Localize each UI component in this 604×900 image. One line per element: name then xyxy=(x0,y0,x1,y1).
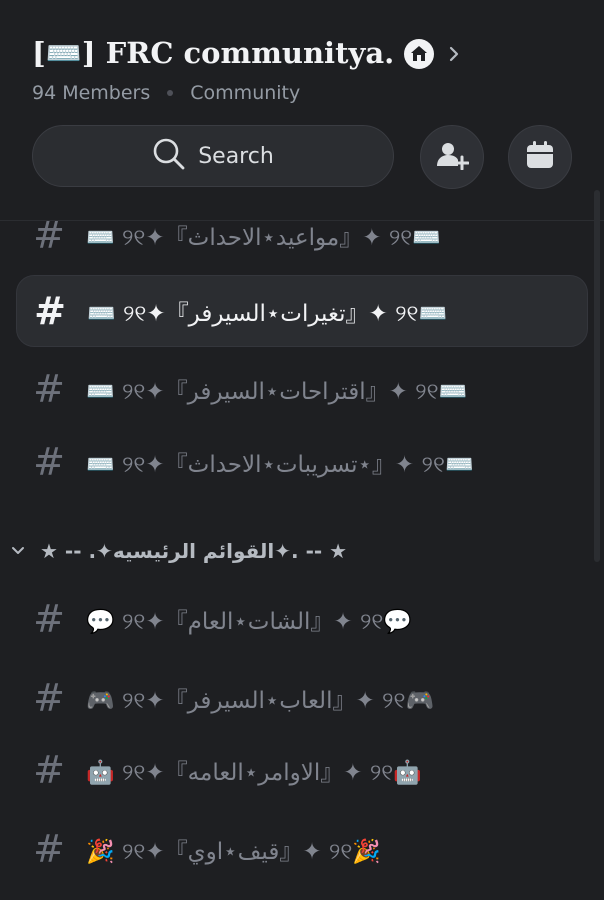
channel-hash-icon: # xyxy=(34,289,66,333)
channel-name: 💬 ୨୧✦『الشات⋆العام』✦ ୨୧💬 xyxy=(86,609,413,635)
channel-hash-icon: # xyxy=(33,221,65,257)
channel-hash-icon: # xyxy=(33,748,65,792)
calendar-icon xyxy=(525,140,555,174)
add-user-icon xyxy=(435,140,470,174)
server-title-button[interactable]: [⌨️] FRC communitya. xyxy=(32,36,460,71)
category-header[interactable]: ★ -- .✦القوائم الرئيسيه✦. -- ★ xyxy=(0,526,604,576)
channel-item-giveaway[interactable]: # 🎉 ୨୧✦『قيف⋆اوي』✦ ୨୧🎉 xyxy=(16,813,588,885)
chevron-down-icon xyxy=(10,545,26,557)
channel-item-server-games[interactable]: # 🎮 ୨୧✦『العاب⋆السيرفر』✦ ୨୧🎮 xyxy=(16,662,588,734)
search-icon xyxy=(152,137,186,175)
channel-hash-icon: # xyxy=(33,827,65,871)
channel-name: 🎉 ୨୧✦『قيف⋆اوي』✦ ୨୧🎉 xyxy=(86,839,381,865)
invite-button[interactable] xyxy=(420,125,484,189)
channel-name: 🎮 ୨୧✦『العاب⋆السيرفر』✦ ୨୧🎮 xyxy=(86,688,435,714)
search-label: Search xyxy=(198,143,274,169)
server-meta: 94 Members Community xyxy=(32,82,300,104)
channel-hash-icon: # xyxy=(33,440,65,484)
channel-item-general-commands[interactable]: # 🤖 ୨୧✦『الاوامر⋆العامه』✦ ୨୧🤖 xyxy=(16,734,588,806)
category-name: ★ -- .✦القوائم الرئيسيه✦. -- ★ xyxy=(40,539,348,563)
channel-name: ⌨️ ୨୧✦『اقتراحات⋆السيرفر』✦ ୨୧⌨️ xyxy=(86,379,468,405)
separator-dot xyxy=(167,90,174,96)
channel-name: ⌨️ ୨୧✦『تغيرات⋆السيرفر』✦ ୨୧⌨️ xyxy=(87,301,448,327)
server-type: Community xyxy=(190,82,301,104)
channel-name: ⌨️ ୨୧✦『تسريبات⋆الاحداث⋆』✦ ୨୧⌨️ xyxy=(86,452,474,478)
server-header: [⌨️] FRC communitya. 94 Members Communit… xyxy=(0,0,604,220)
search-button[interactable]: Search xyxy=(32,125,394,187)
channel-item-general-chat[interactable]: # 💬 ୨୧✦『الشات⋆العام』✦ ୨୧💬 xyxy=(16,583,588,655)
channel-hash-icon: # xyxy=(33,367,65,411)
channel-item-event-leaks[interactable]: # ⌨️ ୨୧✦『تسريبات⋆الاحداث⋆』✦ ୨୧⌨️ xyxy=(16,426,588,498)
channel-item-server-suggestions[interactable]: # ⌨️ ୨୧✦『اقتراحات⋆السيرفر』✦ ୨୧⌨️ xyxy=(16,353,588,425)
member-count: 94 Members xyxy=(32,82,151,104)
home-icon xyxy=(404,38,435,69)
channel-hash-icon: # xyxy=(33,597,65,641)
events-button[interactable] xyxy=(508,125,572,189)
channel-name: ⌨️ ୨୧✦『مواعيد⋆الاحداث』✦ ୨୧⌨️ xyxy=(86,225,441,251)
chevron-right-icon[interactable] xyxy=(448,45,460,63)
channel-name: 🤖 ୨୧✦『الاوامر⋆العامه』✦ ୨୧🤖 xyxy=(86,760,422,786)
channel-item-server-changes[interactable]: # ⌨️ ୨୧✦『تغيرات⋆السيرفر』✦ ୨୧⌨️ xyxy=(16,275,588,347)
channel-list: # ⌨️ ୨୧✦『مواعيد⋆الاحداث』✦ ୨୧⌨️ # ⌨️ ୨୧✦『… xyxy=(0,221,604,900)
server-title: [⌨️] FRC communitya. xyxy=(32,36,395,70)
channel-item-events-schedule[interactable]: # ⌨️ ୨୧✦『مواعيد⋆الاحداث』✦ ୨୧⌨️ xyxy=(16,221,588,271)
channel-hash-icon: # xyxy=(33,676,65,720)
